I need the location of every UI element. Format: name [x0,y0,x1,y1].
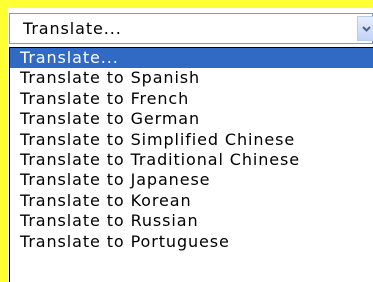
option-traditional-chinese[interactable]: Translate to Traditional Chinese [10,150,373,170]
translate-options-list: Translate... Translate to Spanish Transl… [9,47,373,282]
page-accent-band [0,0,373,8]
option-french[interactable]: Translate to French [10,89,373,109]
translate-select-value: Translate... [23,19,122,38]
option-simplified-chinese[interactable]: Translate to Simplified Chinese [10,130,373,150]
chevron-down-icon [362,26,371,32]
dropdown-arrow-button[interactable] [357,16,373,41]
translate-select[interactable]: Translate... [9,13,373,44]
option-japanese[interactable]: Translate to Japanese [10,170,373,190]
option-russian[interactable]: Translate to Russian [10,211,373,231]
option-korean[interactable]: Translate to Korean [10,191,373,211]
option-translate[interactable]: Translate... [10,48,373,69]
page-accent-edge [0,0,8,282]
option-spanish[interactable]: Translate to Spanish [10,68,373,88]
option-portuguese[interactable]: Translate to Portuguese [10,232,373,252]
option-german[interactable]: Translate to German [10,109,373,129]
